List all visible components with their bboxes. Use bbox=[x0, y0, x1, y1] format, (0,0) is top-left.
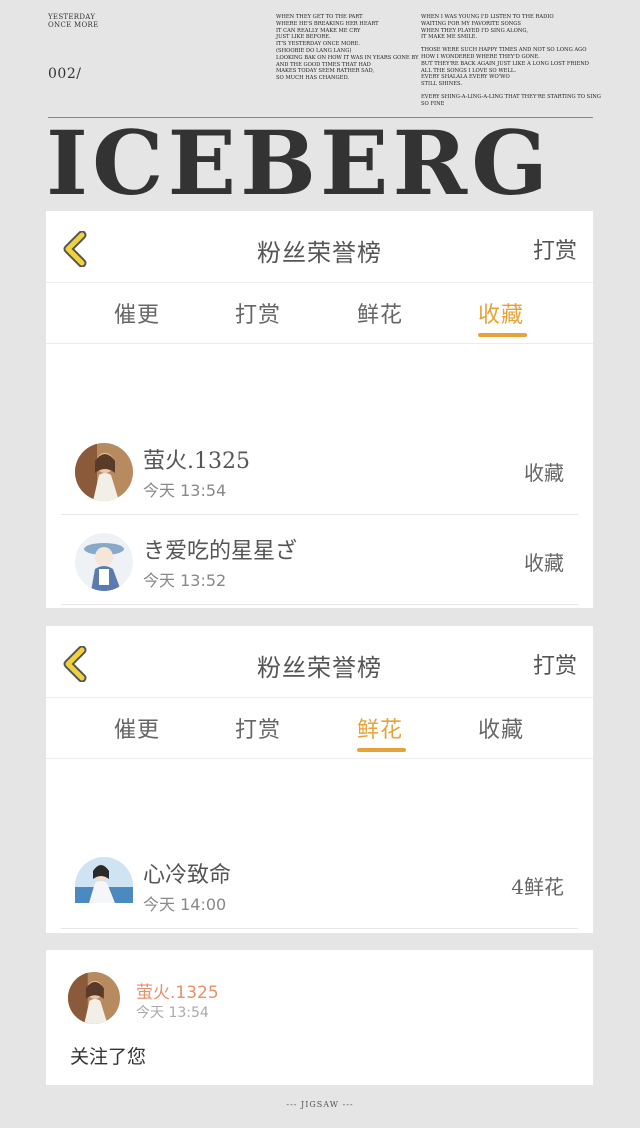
header-left-text: YESTERDAY ONCE MORE bbox=[48, 13, 158, 29]
fan-row[interactable]: 心冷致命 今天 14:00 4鲜花 bbox=[61, 839, 578, 929]
active-tab-indicator bbox=[478, 333, 527, 337]
screenshot-panel-flowers: 粉丝荣誉榜 打赏 催更 打赏 鲜花 收藏 心冷致命 今天 14:00 4鲜花 bbox=[46, 626, 593, 933]
nav-bar: 粉丝荣誉榜 打赏 bbox=[46, 211, 593, 283]
comment-time: 今天 13:54 bbox=[136, 1005, 209, 1021]
lyric-line: HOW I WONDERED WHERE THEY'D GONE. bbox=[421, 53, 540, 60]
fan-name: 心冷致命 bbox=[143, 863, 232, 888]
fan-row[interactable]: き爱吃的星星ざ 今天 13:52 收藏 bbox=[61, 515, 578, 605]
lyric-line: WHEN THEY GET TO THE PART bbox=[276, 14, 363, 20]
lyric-line: ALL THE SONGS I LOVE SO WELL. bbox=[421, 67, 516, 74]
commenter-name[interactable]: 萤火.1325 bbox=[136, 978, 219, 1003]
fan-time: 今天 14:00 bbox=[143, 895, 227, 914]
page-title: 粉丝荣誉榜 bbox=[257, 239, 382, 267]
reward-button[interactable]: 打赏 bbox=[533, 233, 577, 265]
tab-flowers[interactable]: 鲜花 bbox=[357, 297, 403, 329]
footer-credit: --- JIGSAW --- bbox=[286, 1100, 354, 1109]
fan-action: 收藏 bbox=[524, 551, 564, 575]
fan-time: 今天 13:52 bbox=[143, 571, 227, 590]
fan-name: 萤火.1325 bbox=[143, 449, 250, 474]
lyric-line: STILL SHINES. bbox=[421, 81, 463, 88]
lyric-line: JUST LIKE BEFORE. bbox=[276, 34, 331, 41]
lyric-line: WHERE HE'S BREAKING HER HEART bbox=[276, 20, 379, 27]
fan-action: 4鲜花 bbox=[511, 875, 564, 899]
lyric-line: (SHOOBIE DO LANG LANG) bbox=[276, 47, 352, 54]
lyric-line: EVERY SHING-A-LING-A-LING THAT THEY'RE S… bbox=[421, 93, 601, 100]
fan-row[interactable]: 萤火.1325 今天 13:54 收藏 bbox=[61, 425, 578, 515]
reward-button[interactable]: 打赏 bbox=[533, 648, 577, 680]
fan-action: 收藏 bbox=[524, 461, 564, 485]
avatar bbox=[75, 857, 133, 903]
lyric-line: LOOKING BAK ON HOW IT WAS IN YEARS GONE … bbox=[276, 54, 419, 61]
fan-name: き爱吃的星星ざ bbox=[143, 539, 298, 564]
header-line-2: ONCE MORE bbox=[48, 21, 99, 29]
lyrics-column-1: WHEN THEY GET TO THE PART WHERE HE'S BRE… bbox=[276, 14, 419, 82]
page-title: 粉丝荣誉榜 bbox=[257, 654, 382, 682]
tab-bar: 催更 打赏 鲜花 收藏 bbox=[46, 283, 593, 344]
tab-urge[interactable]: 催更 bbox=[114, 297, 160, 329]
lyric-line: IT CAN REALLY MAKE ME CRY bbox=[276, 27, 361, 34]
header-line-1: YESTERDAY bbox=[48, 13, 96, 21]
avatar bbox=[75, 533, 133, 591]
lyric-line: EVERY SHALALA EVERY WO'WO bbox=[421, 74, 510, 81]
brand-title: ICEBERG bbox=[46, 111, 552, 215]
lyric-line: SO MUCH HAS CHANGED. bbox=[276, 75, 350, 82]
lyric-line: WHEN THEY PLAYED I'D SING ALONG, bbox=[421, 27, 528, 34]
tab-bar: 催更 打赏 鲜花 收藏 bbox=[46, 698, 593, 759]
avatar bbox=[75, 443, 133, 501]
issue-number: 002/ bbox=[48, 66, 82, 82]
lyric-line: SO FINE bbox=[421, 100, 445, 107]
tab-collect[interactable]: 收藏 bbox=[478, 712, 524, 744]
comment-message: 关注了您 bbox=[70, 1046, 147, 1068]
tab-reward[interactable]: 打赏 bbox=[235, 712, 281, 744]
screenshot-panel-collect: 粉丝荣誉榜 打赏 催更 打赏 鲜花 收藏 萤火.1325 今天 13:54 收藏 bbox=[46, 211, 593, 608]
fan-time: 今天 13:54 bbox=[143, 481, 227, 500]
lyric-line: AND THE GOOD TIMES THAT HAD bbox=[276, 61, 371, 68]
screenshot-panel-comment: 萤火.1325 今天 13:54 关注了您 bbox=[46, 950, 593, 1085]
lyric-line: WHEN I WAS YOUNG I'D LISTEN TO THE RADIO bbox=[421, 14, 554, 20]
lyric-line: THOSE WERE SUCH HAPPY TIMES AND NOT SO L… bbox=[421, 47, 587, 54]
tab-collect[interactable]: 收藏 bbox=[478, 297, 524, 329]
lyric-line: MAKES TODAY SEEM RATHER SAD, bbox=[276, 68, 375, 75]
lyric-line: IT'S YESTERDAY ONCE MORE. bbox=[276, 41, 360, 48]
tab-flowers[interactable]: 鲜花 bbox=[357, 712, 403, 744]
tab-urge[interactable]: 催更 bbox=[114, 712, 160, 744]
lyrics-column-2: WHEN I WAS YOUNG I'D LISTEN TO THE RADIO… bbox=[421, 14, 601, 108]
lyric-line: BUT THEY'RE BACK AGAIN JUST LIKE A LONG … bbox=[421, 60, 589, 67]
active-tab-indicator bbox=[357, 748, 406, 752]
lyric-line: WAITING FOR MY FAVORITE SONGS bbox=[421, 20, 521, 27]
nav-bar: 粉丝荣誉榜 打赏 bbox=[46, 626, 593, 698]
tab-reward[interactable]: 打赏 bbox=[235, 297, 281, 329]
avatar bbox=[68, 972, 120, 1024]
lyric-line: IT MAKE ME SMILE. bbox=[421, 34, 478, 41]
